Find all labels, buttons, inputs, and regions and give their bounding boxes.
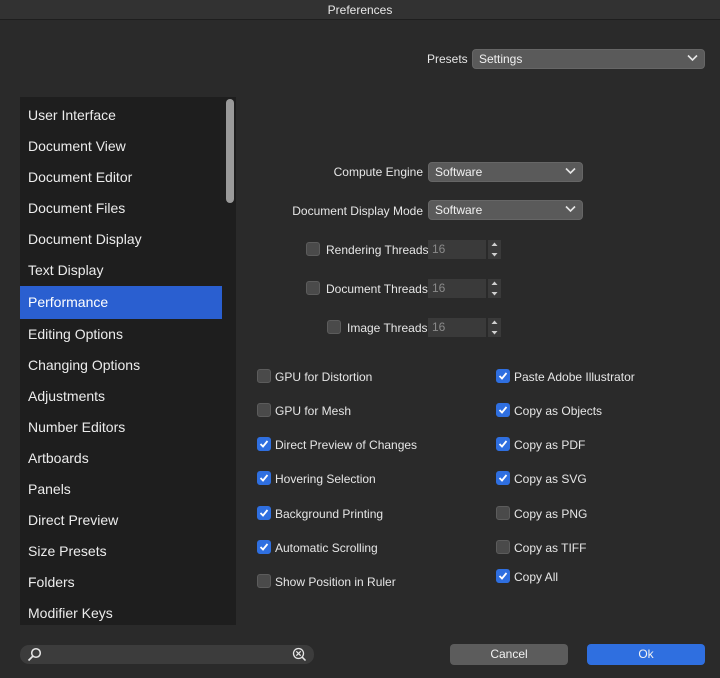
checkmark-icon: [498, 406, 508, 414]
sidebar-item-panels[interactable]: Panels: [20, 474, 222, 505]
paste-adobe-illustrator-label: Paste Adobe Illustrator: [514, 370, 635, 384]
copy-as-png-label: Copy as PNG: [514, 507, 588, 521]
stepper-arrows-icon: [491, 320, 498, 335]
hovering-selection-checkbox[interactable]: [257, 471, 271, 485]
chevron-down-icon: [565, 205, 576, 213]
copy-as-tiff-label: Copy as TIFF: [514, 541, 587, 555]
presets-select[interactable]: Settings: [472, 49, 705, 69]
document-threads-field[interactable]: 16: [428, 279, 486, 298]
copy-as-svg-checkbox[interactable]: [496, 471, 510, 485]
checkmark-icon: [498, 372, 508, 380]
ok-button[interactable]: Ok: [587, 644, 705, 665]
sidebar-item-number-editors[interactable]: Number Editors: [20, 412, 222, 443]
presets-value: Settings: [479, 52, 523, 66]
document-threads-checkbox[interactable]: [306, 281, 320, 295]
presets-label: Presets: [427, 52, 468, 66]
sidebar-list: User Interface Document View Document Ed…: [20, 100, 222, 625]
hovering-selection-label: Hovering Selection: [275, 472, 376, 486]
sidebar-item-editing-options[interactable]: Editing Options: [20, 319, 222, 350]
copy-as-tiff-checkbox[interactable]: [496, 540, 510, 554]
sidebar-item-direct-preview[interactable]: Direct Preview: [20, 505, 222, 536]
document-display-mode-label: Document Display Mode: [292, 204, 423, 218]
preferences-sidebar: User Interface Document View Document Ed…: [20, 97, 236, 625]
document-threads-stepper[interactable]: [488, 279, 501, 298]
sidebar-item-folders[interactable]: Folders: [20, 567, 222, 598]
automatic-scrolling-label: Automatic Scrolling: [275, 541, 378, 555]
document-threads-label: Document Threads: [326, 282, 428, 296]
checkmark-icon: [259, 543, 269, 551]
chevron-down-icon: [565, 167, 576, 175]
sidebar-item-performance[interactable]: Performance: [20, 286, 222, 319]
compute-engine-select[interactable]: Software: [428, 162, 583, 182]
stepper-arrows-icon: [491, 281, 498, 296]
search-input[interactable]: [20, 645, 314, 664]
gpu-for-distortion-label: GPU for Distortion: [275, 370, 373, 384]
sidebar-item-document-display[interactable]: Document Display: [20, 224, 222, 255]
copy-all-label: Copy All: [514, 570, 559, 584]
rendering-threads-checkbox[interactable]: [306, 242, 320, 256]
show-position-in-ruler-checkbox[interactable]: [257, 574, 271, 588]
automatic-scrolling-checkbox[interactable]: [257, 540, 271, 554]
document-display-mode-select[interactable]: Software: [428, 200, 583, 220]
clear-search-icon[interactable]: [292, 647, 307, 662]
sidebar-item-text-display[interactable]: Text Display: [20, 255, 222, 286]
compute-engine-value: Software: [435, 165, 483, 179]
background-printing-label: Background Printing: [275, 507, 384, 521]
chevron-down-icon: [687, 54, 698, 62]
image-threads-field[interactable]: 16: [428, 318, 486, 337]
search-icon: [27, 647, 42, 662]
copy-as-objects-label: Copy as Objects: [514, 404, 603, 418]
copy-as-svg-label: Copy as SVG: [514, 472, 587, 486]
sidebar-item-document-view[interactable]: Document View: [20, 131, 222, 162]
checkmark-icon: [259, 474, 269, 482]
show-position-in-ruler-label: Show Position in Ruler: [275, 575, 396, 589]
rendering-threads-field[interactable]: 16: [428, 240, 486, 259]
sidebar-item-size-presets[interactable]: Size Presets: [20, 536, 222, 567]
sidebar-item-modifier-keys[interactable]: Modifier Keys: [20, 598, 222, 625]
cancel-button[interactable]: Cancel: [450, 644, 568, 665]
image-threads-checkbox[interactable]: [327, 320, 341, 334]
sidebar-item-document-editor[interactable]: Document Editor: [20, 162, 222, 193]
image-threads-stepper[interactable]: [488, 318, 501, 337]
document-display-mode-value: Software: [435, 203, 483, 217]
stepper-arrows-icon: [491, 242, 498, 257]
checkmark-icon: [259, 509, 269, 517]
rendering-threads-stepper[interactable]: [488, 240, 501, 259]
rendering-threads-label: Rendering Threads: [326, 243, 429, 257]
checkmark-icon: [498, 572, 508, 580]
sidebar-scrollbar-thumb[interactable]: [226, 99, 234, 203]
copy-as-png-checkbox[interactable]: [496, 506, 510, 520]
compute-engine-label: Compute Engine: [333, 165, 423, 179]
gpu-for-mesh-checkbox[interactable]: [257, 403, 271, 417]
copy-as-pdf-label: Copy as PDF: [514, 438, 586, 452]
checkmark-icon: [498, 440, 508, 448]
sidebar-item-adjustments[interactable]: Adjustments: [20, 381, 222, 412]
checkmark-icon: [259, 440, 269, 448]
background-printing-checkbox[interactable]: [257, 506, 271, 520]
copy-as-objects-checkbox[interactable]: [496, 403, 510, 417]
copy-all-checkbox[interactable]: [496, 569, 510, 583]
image-threads-label: Image Threads: [347, 321, 428, 335]
paste-adobe-illustrator-checkbox[interactable]: [496, 369, 510, 383]
sidebar-item-user-interface[interactable]: User Interface: [20, 100, 222, 131]
sidebar-item-document-files[interactable]: Document Files: [20, 193, 222, 224]
direct-preview-of-changes-label: Direct Preview of Changes: [275, 438, 418, 452]
checkmark-icon: [498, 474, 508, 482]
gpu-for-mesh-label: GPU for Mesh: [275, 404, 352, 418]
gpu-for-distortion-checkbox[interactable]: [257, 369, 271, 383]
window-title: Preferences: [0, 0, 720, 20]
copy-as-pdf-checkbox[interactable]: [496, 437, 510, 451]
sidebar-item-changing-options[interactable]: Changing Options: [20, 350, 222, 381]
sidebar-item-artboards[interactable]: Artboards: [20, 443, 222, 474]
direct-preview-of-changes-checkbox[interactable]: [257, 437, 271, 451]
